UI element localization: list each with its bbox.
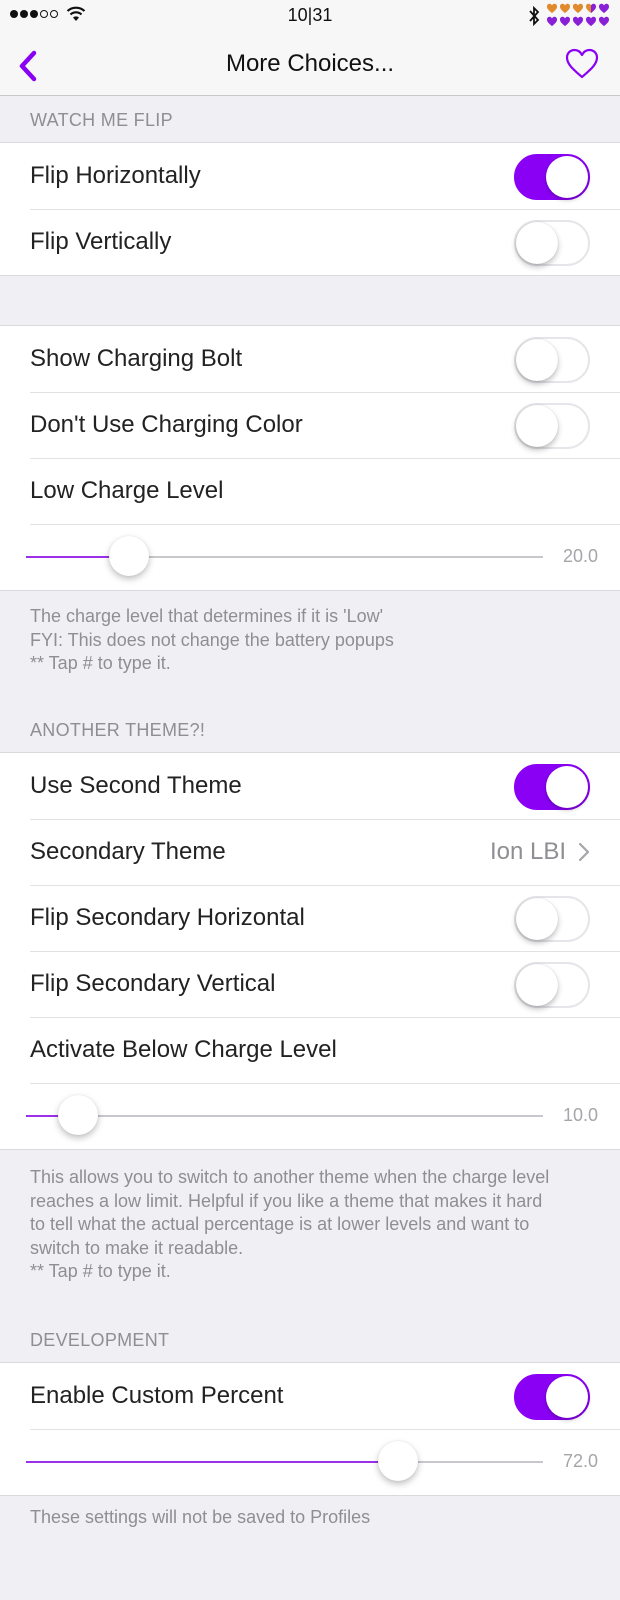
toggle-knob — [516, 964, 558, 1006]
row-label: Enable Custom Percent — [30, 1382, 284, 1409]
row-dont-use-charging-color: Don't Use Charging Color — [0, 392, 620, 458]
slider-fill — [26, 1461, 399, 1463]
navigation-bar: More Choices... — [0, 40, 620, 96]
footer-line: FYI: This does not change the battery po… — [30, 629, 394, 650]
row-secondary-theme[interactable]: Secondary Theme Ion LBI — [0, 819, 620, 885]
battery-heart-icon — [572, 16, 584, 27]
row-use-second-theme: Use Second Theme — [0, 753, 620, 819]
battery-heart-icon — [559, 16, 571, 27]
enable-custom-percent-toggle[interactable] — [514, 1374, 590, 1420]
footer-line: to tell what the actual percentage is at… — [30, 1214, 530, 1234]
row-activate-below-charge-level: Activate Below Charge Level — [0, 1017, 620, 1083]
toggle-knob — [516, 898, 558, 940]
battery-heart-icon — [598, 3, 610, 14]
charging-footer: The charge level that determines if it i… — [30, 605, 600, 676]
row-label: Activate Below Charge Level — [30, 1036, 337, 1063]
footer-line: ** Tap # to type it. — [30, 1261, 171, 1281]
group-charging: Show Charging Bolt Don't Use Charging Co… — [0, 325, 620, 591]
row-flip-horizontally: Flip Horizontally — [0, 143, 620, 209]
footer-line: reaches a low limit. Helpful if you like… — [30, 1190, 543, 1211]
row-label: Use Second Theme — [30, 772, 242, 799]
battery-hearts — [546, 3, 610, 28]
section-header-another-theme: ANOTHER THEME?! — [30, 720, 206, 740]
low-charge-level-slider-row: 20.0 — [0, 524, 620, 590]
custom-percent-value[interactable]: 72.0 — [563, 1451, 598, 1472]
row-label: Don't Use Charging Color — [30, 411, 303, 438]
slider-thumb[interactable] — [378, 1441, 419, 1481]
custom-percent-slider[interactable] — [26, 1441, 543, 1481]
row-flip-vertically: Flip Vertically — [0, 209, 620, 275]
footer-line: These settings will not be saved to Prof… — [30, 1507, 371, 1527]
row-enable-custom-percent: Enable Custom Percent — [0, 1363, 620, 1429]
section-header-development: DEVELOPMENT — [30, 1330, 170, 1350]
battery-heart-icon — [546, 3, 558, 14]
row-label: Low Charge Level — [30, 477, 224, 504]
show-charging-bolt-toggle[interactable] — [514, 337, 590, 383]
bluetooth-icon — [529, 5, 540, 26]
use-second-theme-toggle[interactable] — [514, 764, 590, 810]
row-flip-secondary-vertical: Flip Secondary Vertical — [0, 951, 620, 1017]
toggle-knob — [546, 156, 588, 198]
chevron-left-icon — [19, 50, 37, 82]
row-low-charge-level: Low Charge Level — [0, 458, 620, 524]
row-label: Secondary Theme — [30, 838, 226, 865]
footer-line: switch to make it readable. — [30, 1237, 244, 1258]
battery-heart-icon — [585, 16, 597, 27]
activate-below-charge-level-slider[interactable] — [26, 1095, 543, 1135]
row-show-charging-bolt: Show Charging Bolt — [0, 326, 620, 392]
battery-heart-icon — [559, 3, 571, 14]
toggle-knob — [516, 222, 558, 264]
section-header-watch-me-flip: WATCH ME FLIP — [30, 110, 173, 130]
status-time: 10|31 — [287, 5, 333, 25]
activate-below-slider-row: 10.0 — [0, 1083, 620, 1149]
toggle-knob — [516, 339, 558, 381]
row-flip-secondary-horizontal: Flip Secondary Horizontal — [0, 885, 620, 951]
dont-use-charging-color-toggle[interactable] — [514, 403, 590, 449]
slider-thumb[interactable] — [57, 1095, 98, 1135]
row-label: Flip Vertically — [30, 228, 172, 255]
footer-line: This allows you to switch to another the… — [30, 1167, 550, 1187]
toggle-knob — [546, 1376, 588, 1418]
custom-percent-slider-row: 72.0 — [0, 1429, 620, 1495]
flip-secondary-horizontal-toggle[interactable] — [514, 896, 590, 942]
group-another-theme: Use Second Theme Secondary Theme Ion LBI… — [0, 752, 620, 1150]
low-charge-level-value[interactable]: 20.0 — [563, 546, 598, 567]
flip-secondary-vertical-toggle[interactable] — [514, 962, 590, 1008]
secondary-theme-selector[interactable]: Ion LBI — [490, 819, 590, 885]
page-title: More Choices... — [225, 50, 395, 77]
activate-below-charge-level-value[interactable]: 10.0 — [563, 1105, 598, 1126]
footer-line: ** Tap # to type it. — [30, 653, 171, 673]
development-footer: These settings will not be saved to Prof… — [30, 1506, 600, 1530]
flip-horizontally-toggle[interactable] — [514, 154, 590, 200]
battery-heart-icon — [572, 3, 584, 14]
group-watch-me-flip: Flip Horizontally Flip Vertically — [0, 142, 620, 276]
row-label: Flip Horizontally — [30, 162, 201, 189]
status-bar: 10|31 — [0, 0, 620, 40]
toggle-knob — [546, 766, 588, 808]
flip-vertically-toggle[interactable] — [514, 220, 590, 266]
battery-heart-icon — [598, 16, 610, 27]
slider-thumb[interactable] — [109, 536, 150, 576]
group-development: Enable Custom Percent 72.0 — [0, 1362, 620, 1496]
heart-outline-icon — [565, 48, 599, 79]
toggle-knob — [516, 405, 558, 447]
low-charge-level-slider[interactable] — [26, 536, 543, 576]
back-button[interactable] — [14, 48, 44, 84]
battery-heart-icon — [585, 3, 597, 14]
battery-heart-icon — [546, 16, 558, 27]
chevron-right-icon — [578, 842, 590, 862]
footer-line: The charge level that determines if it i… — [30, 606, 384, 626]
secondary-theme-value: Ion LBI — [489, 838, 566, 865]
another-theme-footer: This allows you to switch to another the… — [30, 1166, 600, 1284]
row-label: Flip Secondary Horizontal — [30, 904, 305, 931]
row-label: Flip Secondary Vertical — [30, 970, 276, 997]
favorite-button[interactable] — [564, 46, 600, 82]
row-label: Show Charging Bolt — [30, 345, 243, 372]
